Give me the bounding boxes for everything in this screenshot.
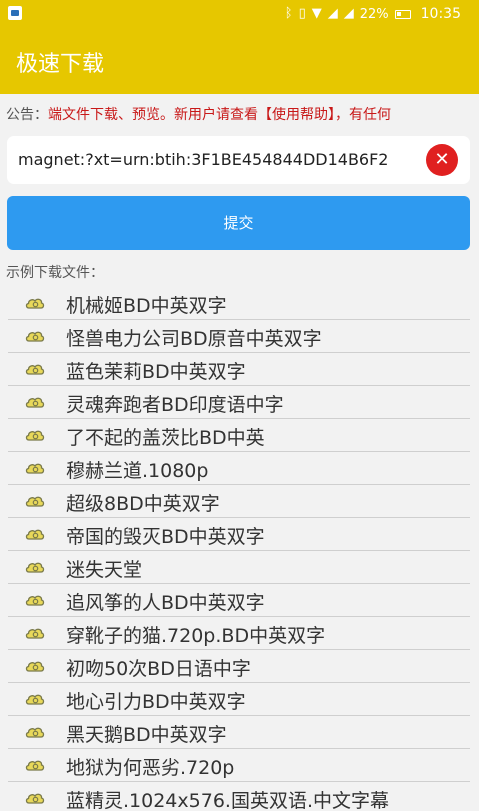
clear-input-button[interactable]: ✕	[426, 144, 458, 176]
file-name: 追风筝的人BD中英双字	[66, 592, 265, 614]
file-name: 迷失天堂	[66, 559, 143, 581]
file-name: 蓝色茉莉BD中英双字	[66, 361, 246, 383]
file-name: 蓝精灵.1024x576.国英双语.中文字幕	[66, 790, 389, 811]
list-item[interactable]: 初吻50次BD日语中字	[8, 650, 470, 683]
battery-icon	[394, 9, 411, 19]
list-item[interactable]: 超级8BD中英双字	[8, 485, 470, 518]
vibrate-icon: ▯	[298, 6, 306, 21]
notification-app-icon	[8, 6, 22, 20]
list-item[interactable]: 帝国的毁灭BD中英双字	[8, 518, 470, 551]
cloud-download-icon	[25, 760, 45, 771]
notice-bar: 公告：端文件下载、预览。新用户请查看【使用帮助】，有任何	[6, 104, 472, 126]
list-item[interactable]: 穆赫兰道.1080p	[8, 452, 470, 485]
app-bar: 极速下载	[0, 28, 479, 94]
list-item[interactable]: 蓝精灵.1024x576.国英双语.中文字幕	[8, 782, 470, 811]
cloud-download-icon	[25, 364, 45, 375]
close-icon: ✕	[434, 149, 450, 170]
file-name: 地心引力BD中英双字	[66, 691, 246, 713]
cloud-download-icon	[25, 496, 45, 507]
bluetooth-icon: ᛒ	[284, 6, 293, 21]
signal-icon: ◢	[327, 6, 338, 21]
wifi-icon: ▼	[311, 6, 322, 21]
cloud-download-icon	[25, 727, 45, 738]
cloud-download-icon	[25, 298, 45, 309]
status-bar: ᛒ ▯ ▼ ◢ ◢ 22% 10:35	[0, 0, 479, 28]
signal-icon-2: ◢	[343, 6, 354, 21]
list-item[interactable]: 地狱为何恶劣.720p	[8, 749, 470, 782]
magnet-input-value[interactable]: magnet:?xt=urn:btih:3F1BE454844DD14B6F2	[18, 150, 448, 169]
notice-label: 公告：	[6, 107, 48, 123]
list-item[interactable]: 灵魂奔跑者BD印度语中字	[8, 386, 470, 419]
list-item[interactable]: 机械姬BD中英双字	[8, 287, 470, 320]
file-name: 穆赫兰道.1080p	[66, 460, 209, 482]
file-name: 帝国的毁灭BD中英双字	[66, 526, 265, 548]
cloud-download-icon	[25, 430, 45, 441]
cloud-download-icon	[25, 694, 45, 705]
file-name: 地狱为何恶劣.720p	[66, 757, 235, 779]
list-item[interactable]: 怪兽电力公司BD原音中英双字	[8, 320, 470, 353]
cloud-download-icon	[25, 331, 45, 342]
notice-marquee: 端文件下载、预览。新用户请查看【使用帮助】，有任何	[48, 107, 391, 123]
file-name: 灵魂奔跑者BD印度语中字	[66, 394, 284, 416]
file-name: 了不起的盖茨比BD中英	[66, 427, 265, 449]
file-name: 怪兽电力公司BD原音中英双字	[66, 328, 322, 350]
status-icons: ᛒ ▯ ▼ ◢ ◢ 22% 10:35	[285, 5, 461, 23]
examples-label: 示例下载文件：	[6, 265, 104, 281]
clock: 10:35	[420, 6, 461, 22]
list-item[interactable]: 穿靴子的猫.720p.BD中英双字	[8, 617, 470, 650]
cloud-download-icon	[25, 661, 45, 672]
list-item[interactable]: 了不起的盖茨比BD中英	[8, 419, 470, 452]
list-item[interactable]: 蓝色茉莉BD中英双字	[8, 353, 470, 386]
cloud-download-icon	[25, 463, 45, 474]
submit-button[interactable]: 提交	[7, 196, 470, 250]
magnet-input-field[interactable]: magnet:?xt=urn:btih:3F1BE454844DD14B6F2	[7, 136, 470, 184]
file-name: 超级8BD中英双字	[66, 493, 220, 515]
battery-percent: 22%	[359, 6, 389, 22]
file-name: 机械姬BD中英双字	[66, 295, 227, 317]
app-title: 极速下载	[16, 52, 105, 77]
cloud-download-icon	[25, 562, 45, 573]
file-name: 黑天鹅BD中英双字	[66, 724, 227, 746]
example-file-list: 机械姬BD中英双字怪兽电力公司BD原音中英双字 蓝色茉莉BD中英双字灵魂奔跑者BD…	[8, 287, 470, 811]
list-item[interactable]: 黑天鹅BD中英双字	[8, 716, 470, 749]
list-item[interactable]: 迷失天堂	[8, 551, 470, 584]
cloud-download-icon	[25, 595, 45, 606]
cloud-download-icon	[25, 628, 45, 639]
file-name: 初吻50次BD日语中字	[66, 658, 251, 680]
cloud-download-icon	[25, 397, 45, 408]
file-name: 穿靴子的猫.720p.BD中英双字	[66, 625, 326, 647]
list-item[interactable]: 地心引力BD中英双字	[8, 683, 470, 716]
cloud-download-icon	[25, 529, 45, 540]
list-item[interactable]: 追风筝的人BD中英双字	[8, 584, 470, 617]
cloud-download-icon	[25, 793, 45, 804]
